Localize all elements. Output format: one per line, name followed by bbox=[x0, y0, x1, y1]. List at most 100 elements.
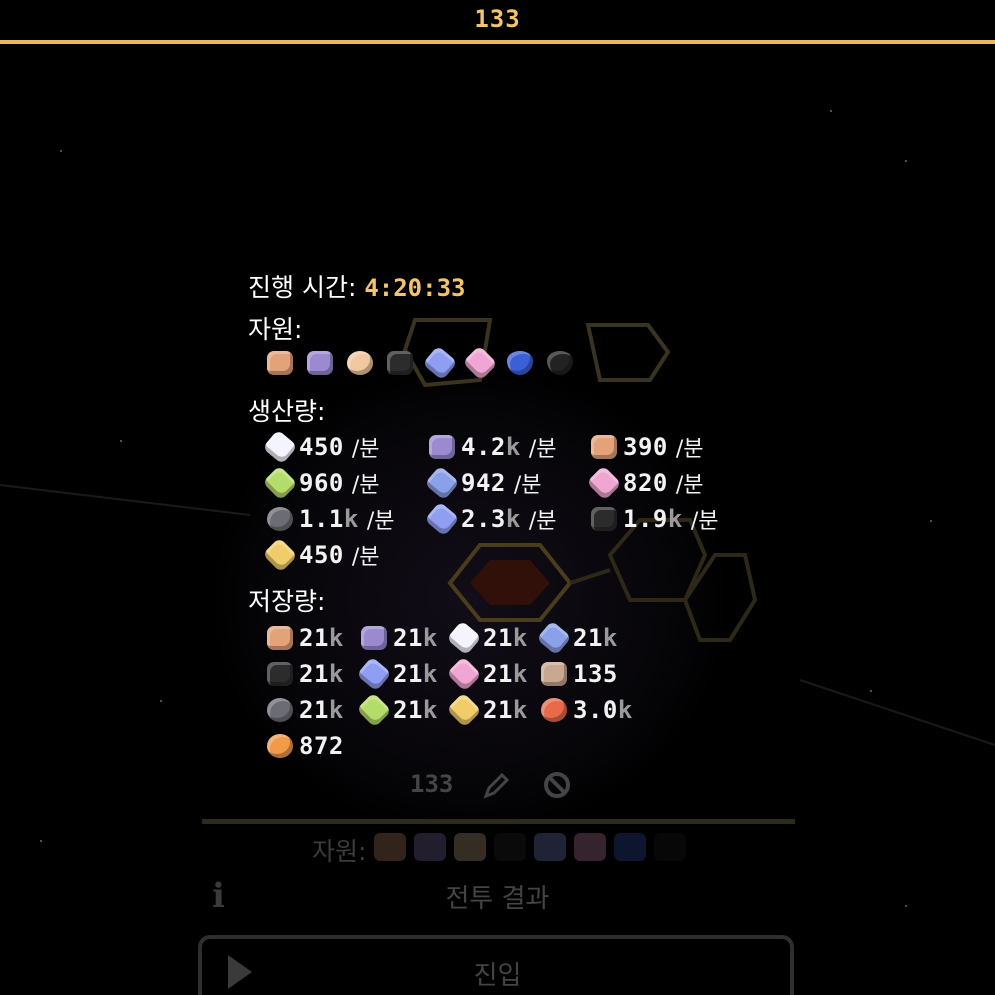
heart-gem-icon bbox=[586, 465, 622, 501]
storage-entry: 21 k bbox=[536, 620, 618, 656]
amount: 2.3 bbox=[461, 505, 506, 533]
storage-entry: 21 k bbox=[446, 692, 528, 728]
storage-entry: 21 k bbox=[446, 620, 528, 656]
blue-crystal-icon bbox=[356, 656, 392, 692]
amount: 21 bbox=[299, 660, 329, 688]
orange-orb-icon bbox=[264, 731, 296, 761]
amount: 21 bbox=[483, 696, 513, 724]
battle-result-button[interactable]: 전투 결과 bbox=[0, 878, 995, 915]
amount: 450 bbox=[299, 433, 344, 461]
amount: 21 bbox=[299, 624, 329, 652]
purple-ingot-icon bbox=[358, 623, 390, 653]
heart-gem-icon bbox=[574, 833, 606, 861]
amount: 21 bbox=[393, 696, 423, 724]
storage-entry: 21 k bbox=[358, 621, 438, 655]
amount: 942 bbox=[461, 469, 506, 497]
amount-suffix: k bbox=[512, 696, 528, 724]
production-entry: 450/분 bbox=[262, 429, 380, 465]
gray-ore-icon bbox=[264, 695, 296, 725]
blue-crystal-icon bbox=[424, 501, 460, 537]
green-gem-icon bbox=[356, 692, 392, 728]
amount: 3.0 bbox=[573, 696, 618, 724]
beige-ore-icon bbox=[454, 833, 486, 861]
production-entry: 4.2 k/분 bbox=[426, 430, 556, 464]
amount: 21 bbox=[483, 660, 513, 688]
copper-ingot-icon bbox=[264, 348, 296, 378]
amount: 390 bbox=[623, 433, 668, 461]
block-icon[interactable] bbox=[542, 770, 572, 800]
storage-entry: 21 k bbox=[356, 692, 438, 728]
amount: 21 bbox=[393, 660, 423, 688]
elapsed-time-row: 진행 시간: 4:20:33 bbox=[248, 268, 465, 304]
amount: 21 bbox=[573, 624, 603, 652]
storage-entry: 3.0 k bbox=[538, 693, 633, 727]
rate-unit: /분 bbox=[351, 545, 380, 570]
amount: 960 bbox=[299, 469, 344, 497]
pencil-icon[interactable] bbox=[482, 772, 510, 800]
production-label: 생산량: bbox=[248, 397, 326, 426]
white-crystal-icon bbox=[446, 620, 482, 656]
production-entry: 2.3 k/분 bbox=[424, 501, 557, 537]
amount: 4.2 bbox=[461, 433, 506, 461]
coal-icon bbox=[384, 348, 416, 378]
purple-ingot-icon bbox=[414, 833, 446, 861]
blue-block-icon bbox=[536, 620, 572, 656]
panel-divider bbox=[202, 819, 795, 824]
copper-ingot-icon bbox=[374, 833, 406, 861]
amount: 21 bbox=[393, 624, 423, 652]
amount: 135 bbox=[573, 660, 618, 688]
amount-suffix: k bbox=[328, 624, 344, 652]
purple-ingot-icon bbox=[304, 348, 336, 378]
rate-unit: /분 bbox=[675, 437, 704, 462]
storage-label: 저장량: bbox=[248, 587, 326, 616]
rate-unit: /분 bbox=[528, 437, 557, 462]
elapsed-time-value: 4:20:33 bbox=[364, 274, 466, 302]
black-drop-icon bbox=[544, 348, 576, 378]
blue-drop-icon bbox=[504, 348, 536, 378]
amount-suffix: k bbox=[422, 696, 438, 724]
coal-icon bbox=[588, 504, 620, 534]
game-screen: 133 133 자원: i 전투 결과 진입 진행 시간: 4:20:33 자원… bbox=[0, 0, 995, 995]
black-drop-icon bbox=[654, 833, 686, 861]
blue-crystal-icon bbox=[534, 833, 566, 861]
amount-suffix: k bbox=[602, 624, 618, 652]
production-entry: 820/분 bbox=[586, 465, 704, 501]
coal-icon bbox=[264, 659, 296, 689]
node-name: 133 bbox=[410, 770, 454, 798]
heart-gem-icon bbox=[446, 656, 482, 692]
rate-unit: /분 bbox=[513, 473, 542, 498]
copper-ingot-icon bbox=[588, 432, 620, 462]
storage-entry: 21 k bbox=[264, 657, 344, 691]
amount-suffix: k bbox=[667, 505, 683, 533]
rate-unit: /분 bbox=[366, 509, 395, 534]
beige-ore-icon bbox=[344, 348, 376, 378]
storage-entry: 21 k bbox=[264, 693, 344, 727]
amount-suffix: k bbox=[328, 696, 344, 724]
amount-suffix: k bbox=[422, 624, 438, 652]
storage-entry: 21 k bbox=[264, 621, 344, 655]
red-orb-icon bbox=[538, 695, 570, 725]
amount: 1.9 bbox=[623, 505, 668, 533]
blue-drop-icon bbox=[614, 833, 646, 861]
rate-unit: /분 bbox=[351, 473, 380, 498]
gold-gem-icon bbox=[446, 692, 482, 728]
production-entry: 450/분 bbox=[262, 537, 380, 573]
bandage-icon bbox=[538, 659, 570, 689]
amount: 820 bbox=[623, 469, 668, 497]
storage-entry: 21 k bbox=[356, 656, 438, 692]
production-entry: 390/분 bbox=[588, 430, 704, 464]
amount-suffix: k bbox=[343, 505, 359, 533]
coal-icon bbox=[494, 833, 526, 861]
rate-unit: /분 bbox=[528, 509, 557, 534]
rate-unit: /분 bbox=[675, 473, 704, 498]
resources-label: 자원: bbox=[248, 315, 303, 344]
gold-gem-icon bbox=[262, 537, 298, 573]
amount-suffix: k bbox=[505, 505, 521, 533]
production-entry: 1.9 k/분 bbox=[588, 502, 718, 536]
blue-block-icon bbox=[424, 465, 460, 501]
amount-suffix: k bbox=[512, 660, 528, 688]
purple-ingot-icon bbox=[426, 432, 458, 462]
production-entry: 1.1 k/분 bbox=[264, 502, 394, 536]
green-gem-icon bbox=[262, 465, 298, 501]
amount-suffix: k bbox=[512, 624, 528, 652]
